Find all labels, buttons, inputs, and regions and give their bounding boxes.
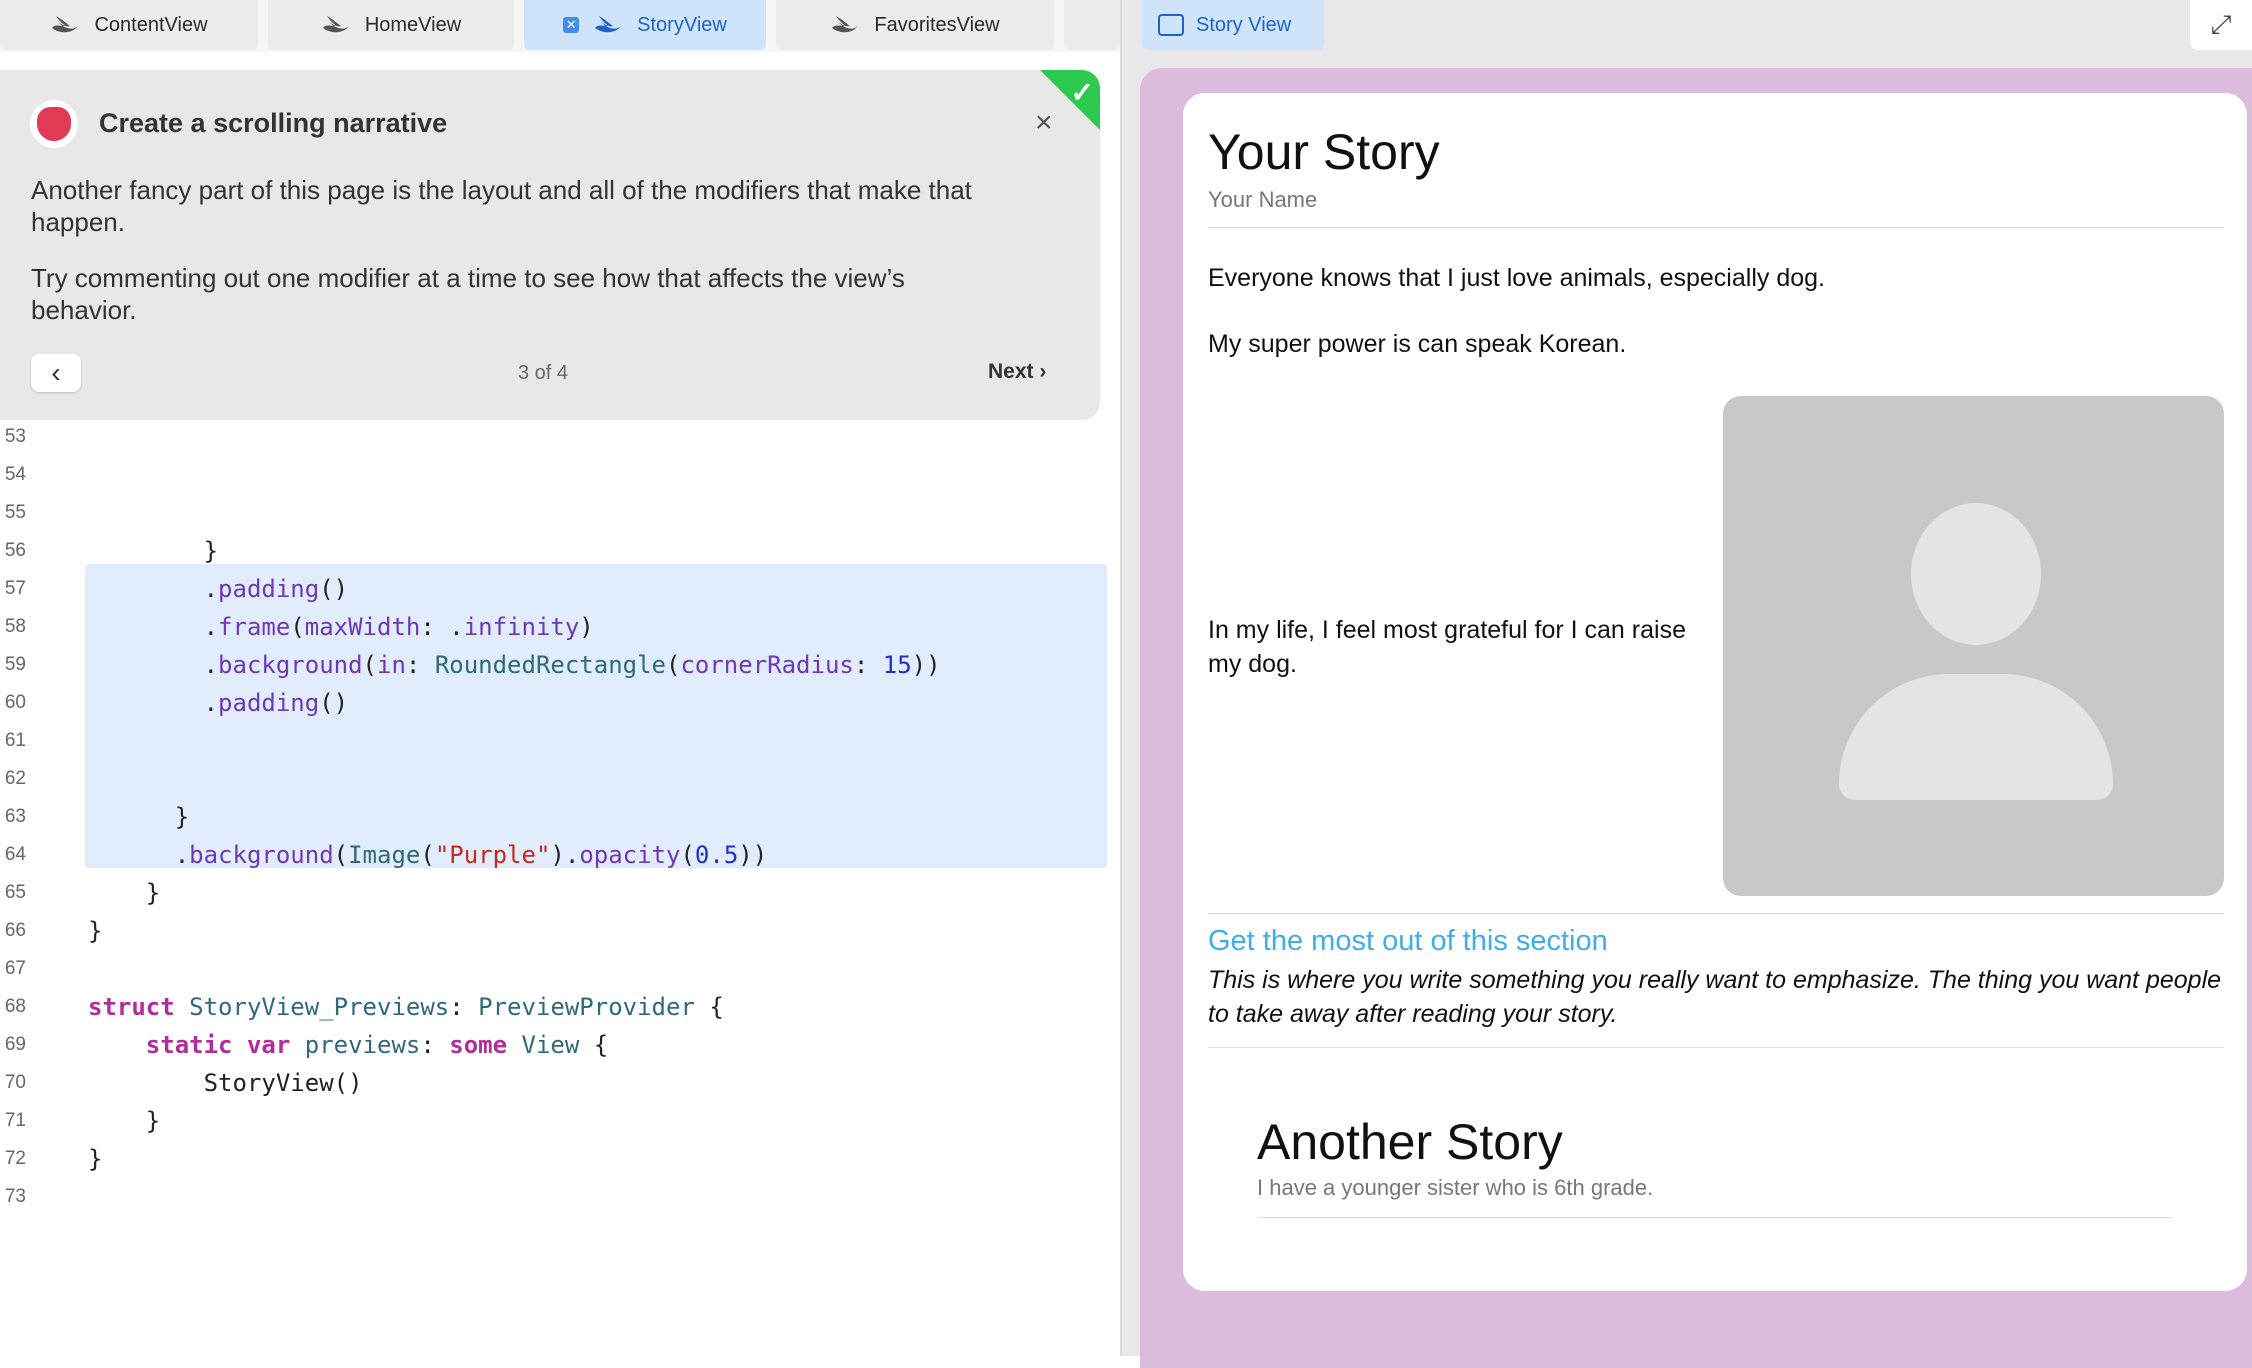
chevron-right-icon: › <box>1039 360 1047 383</box>
story-line: Everyone knows that I just love animals,… <box>1208 264 1825 292</box>
code-line[interactable]: .padding() <box>88 684 349 722</box>
tutorial-paragraph: Try commenting out one modifier at a tim… <box>31 263 905 325</box>
line-number: 55 <box>4 502 26 523</box>
code-line[interactable]: static var previews: some View { <box>88 1026 608 1064</box>
code-line[interactable]: } <box>88 532 218 570</box>
line-number: 73 <box>4 1186 26 1207</box>
line-number: 57 <box>4 578 26 599</box>
editor-tab-bar: ContentView HomeView ✕ StoryView Favorit… <box>0 0 1120 52</box>
code-editor: ContentView HomeView ✕ StoryView Favorit… <box>0 0 1120 1356</box>
code-line[interactable]: StoryView() <box>88 1064 363 1102</box>
line-number: 65 <box>4 882 26 903</box>
tab-storyview[interactable]: ✕ StoryView <box>524 0 766 50</box>
tutorial-card: ✓ Create a scrolling narrative × Another… <box>0 70 1100 420</box>
line-number: 58 <box>4 616 26 637</box>
tab-story-view-preview[interactable]: Story View <box>1142 0 1324 50</box>
line-number: 62 <box>4 768 26 789</box>
line-number: 67 <box>4 958 26 979</box>
tab-label: StoryView <box>637 13 727 36</box>
tab-label: FavoritesView <box>874 13 1000 36</box>
code-line[interactable]: } <box>88 798 189 836</box>
preview-canvas: Your Story Your Name Everyone knows that… <box>1140 68 2252 1368</box>
close-icon[interactable]: × <box>1035 106 1053 140</box>
section-body: This is where you write something you re… <box>1208 966 2222 1028</box>
next-step-button[interactable]: Next › <box>988 360 1046 384</box>
person-placeholder-icon <box>1723 396 2224 896</box>
code-line[interactable]: } <box>88 1102 160 1140</box>
line-number: 68 <box>4 996 26 1017</box>
divider <box>1208 227 2224 228</box>
line-number: 59 <box>4 654 26 675</box>
preview-pane: Story View ⤢ Your Story Your Name Everyo… <box>1122 0 2252 1368</box>
swift-icon <box>322 16 349 33</box>
story-line: My super power is can speak Korean. <box>1208 330 1627 358</box>
tutorial-paragraph: Another fancy part of this page is the l… <box>31 175 972 237</box>
tab-favoritesview[interactable]: FavoritesView <box>776 0 1054 50</box>
divider <box>1257 1217 2173 1218</box>
step-counter: 3 of 4 <box>518 362 569 384</box>
code-line[interactable]: .padding() <box>88 570 349 608</box>
checkmark-icon: ✓ <box>1070 77 1094 108</box>
code-line[interactable]: .background(in: RoundedRectangle(cornerR… <box>88 646 941 684</box>
line-number: 56 <box>4 540 26 561</box>
story-line: In my life, I feel most grateful for I c… <box>1208 616 1686 678</box>
story-author: Your Name <box>1208 187 1318 212</box>
tab-label: ContentView <box>94 13 208 36</box>
line-number: 72 <box>4 1148 26 1169</box>
line-number: 53 <box>4 426 26 447</box>
line-number: 60 <box>4 692 26 713</box>
code-line[interactable]: } <box>88 874 160 912</box>
line-number: 66 <box>4 920 26 941</box>
tab-overflow[interactable] <box>1064 0 1120 50</box>
chevron-left-icon: ‹ <box>51 357 61 388</box>
story-card[interactable]: Your Story Your Name Everyone knows that… <box>1183 93 2247 1291</box>
line-number: 70 <box>4 1072 26 1093</box>
next-label: Next <box>988 360 1034 383</box>
line-number: 71 <box>4 1110 26 1131</box>
preview-tab-label: Story View <box>1196 13 1292 36</box>
code-line[interactable]: } <box>88 1140 102 1178</box>
code-line[interactable]: .background(Image("Purple").opacity(0.5)… <box>88 836 768 874</box>
story-title: Your Story <box>1208 124 1440 180</box>
line-number: 63 <box>4 806 26 827</box>
stack-icon <box>1158 14 1184 36</box>
line-number: 61 <box>4 730 26 751</box>
another-story-subtitle: I have a younger sister who is 6th grade… <box>1257 1175 1654 1200</box>
swift-icon <box>595 16 622 33</box>
close-icon[interactable]: ✕ <box>563 17 580 33</box>
divider <box>1208 913 2224 914</box>
swift-icon <box>832 16 859 33</box>
line-number: 69 <box>4 1034 26 1055</box>
swift-icon <box>52 16 79 33</box>
previous-step-button[interactable]: ‹ <box>31 354 81 392</box>
tutorial-title: Create a scrolling narrative <box>99 108 448 138</box>
code-line[interactable]: .frame(maxWidth: .infinity) <box>88 608 594 646</box>
code-line[interactable]: } <box>88 912 102 950</box>
tab-contentview[interactable]: ContentView <box>0 0 258 50</box>
another-story-title: Another Story <box>1257 1114 1563 1170</box>
expand-icon[interactable]: ⤢ <box>2190 0 2252 50</box>
code-line[interactable]: struct StoryView_Previews: PreviewProvid… <box>88 988 724 1026</box>
section-heading: Get the most out of this section <box>1208 925 1608 957</box>
line-number: 64 <box>4 844 26 865</box>
line-number: 54 <box>4 464 26 485</box>
divider <box>1208 1047 2224 1048</box>
tab-label: HomeView <box>364 13 462 36</box>
tab-homeview[interactable]: HomeView <box>268 0 514 50</box>
avatar <box>30 100 78 148</box>
